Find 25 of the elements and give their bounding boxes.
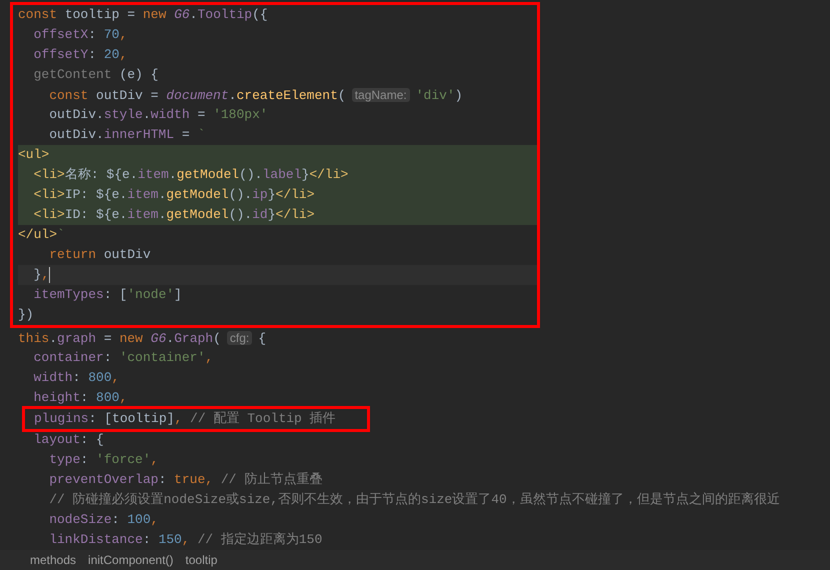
code-line: outDiv.innerHTML = ` [48, 126, 206, 144]
code-line: return outDiv [48, 246, 152, 264]
code-line: height: 800, [32, 389, 128, 407]
breadcrumb-item[interactable]: methods [30, 553, 76, 567]
code-line: }) [18, 306, 35, 324]
code-line: linkDistance: 150, // 指定边距离为150 [48, 531, 324, 549]
breadcrumb-item[interactable]: tooltip [185, 553, 218, 567]
code-line: nodeSize: 100, [48, 511, 160, 529]
code-line: // 防碰撞必须设置nodeSize或size,否则不生效，由于节点的size设置了40，虽然节点不碰撞了，但是节点之间的距离很近 [48, 491, 781, 509]
code-line: plugins: [tooltip], // 配置 Tooltip 插件 [34, 410, 337, 428]
code-line: this.graph = new G6.Graph( cfg: { [18, 330, 268, 348]
code-line: const outDiv = document.createElement( tagName: 'div') [48, 87, 464, 105]
code-line: width: 800, [32, 369, 120, 387]
code-line: itemTypes: ['node'] [32, 286, 183, 304]
code-line: container: 'container', [32, 349, 214, 367]
code-line: getContent (e) { [32, 66, 160, 84]
code-line: </ul>` [18, 226, 66, 244]
code-line: offsetY: 20, [32, 46, 128, 64]
code-line: layout: { [32, 431, 105, 449]
code-line: type: 'force', [48, 451, 160, 469]
code-line: outDiv.style.width = '180px' [48, 106, 269, 124]
code-line: offsetX: 70, [32, 26, 128, 44]
code-line: const tooltip = new G6.Tooltip({ [18, 6, 269, 24]
code-line: preventOverlap: true, // 防止节点重叠 [48, 471, 324, 489]
breadcrumb-item[interactable]: initComponent() [88, 553, 174, 567]
